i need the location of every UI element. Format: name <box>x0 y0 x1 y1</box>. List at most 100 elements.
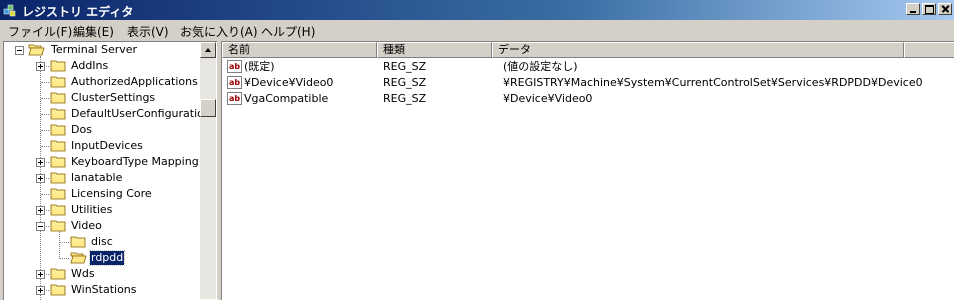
folder-icon <box>50 108 66 120</box>
tree-item-label: Dos <box>71 123 92 136</box>
folder-icon <box>50 76 66 88</box>
tree-connector-line <box>41 98 49 99</box>
tree-item-clustersettings[interactable]: ClusterSettings <box>4 90 200 106</box>
string-value-icon: ab <box>227 60 242 73</box>
menu-help[interactable]: ヘルプ(H) <box>261 23 315 40</box>
tree-item-label: ClusterSettings <box>71 91 156 104</box>
regedit-app-icon[interactable] <box>3 3 17 17</box>
tree-item-dos[interactable]: Dos <box>4 122 200 138</box>
registry-key-tree[interactable]: Terminal Server AddIns AuthorizedApplicati… <box>3 41 218 300</box>
menu-bar: ファイル(F) 編集(E) 表示(V) お気に入り(A) ヘルプ(H) <box>0 20 954 40</box>
folder-icon <box>50 188 66 200</box>
tree-item-terminal-server[interactable]: Terminal Server <box>4 42 200 58</box>
tree-item-label: rdpdd <box>88 250 126 266</box>
value-data: ¥REGISTRY¥Machine¥System¥CurrentControlS… <box>503 76 923 89</box>
tree-item-label: disc <box>91 235 113 248</box>
expand-toggle[interactable] <box>36 286 45 295</box>
value-row[interactable]: ab VgaCompatible REG_SZ ¥Device¥Video0 <box>222 91 954 107</box>
column-header-name[interactable]: 名前 <box>222 42 377 58</box>
tree-item-licensing-core[interactable]: Licensing Core <box>4 186 200 202</box>
scroll-up-button[interactable] <box>200 42 216 58</box>
menu-file[interactable]: ファイル(F) <box>8 23 72 40</box>
expand-toggle[interactable] <box>36 158 45 167</box>
column-header-filler <box>904 42 954 58</box>
tree-item-winstations[interactable]: WinStations <box>4 282 200 298</box>
folder-open-icon <box>70 252 87 264</box>
column-header-type[interactable]: 種類 <box>377 42 492 58</box>
close-button[interactable] <box>938 3 952 15</box>
window-title: レジストリ エディタ <box>22 5 134 19</box>
value-type: REG_SZ <box>383 60 427 73</box>
title-bar: レジストリ エディタ <box>0 0 954 20</box>
expand-toggle[interactable] <box>36 270 45 279</box>
folder-open-icon <box>28 44 45 56</box>
value-data: ¥Device¥Video0 <box>503 92 593 105</box>
folder-icon <box>50 284 66 296</box>
tree-item-label: Video <box>71 219 102 232</box>
tree-item-inputdevices[interactable]: InputDevices <box>4 138 200 154</box>
registry-value-list[interactable]: 名前 種類 データ ab (既定) REG_SZ (値の設定なし) ab ¥Device¥… <box>221 41 954 300</box>
tree-item-rdpdd[interactable]: rdpdd <box>4 250 200 266</box>
folder-icon <box>50 204 66 216</box>
value-row[interactable]: ab (既定) REG_SZ (値の設定なし) <box>222 59 954 75</box>
tree-item-authorizedapplications[interactable]: AuthorizedApplications <box>4 74 200 90</box>
tree-item-utilities[interactable]: Utilities <box>4 202 200 218</box>
tree-item-label: AuthorizedApplications <box>71 75 198 88</box>
value-name: VgaCompatible <box>244 92 329 105</box>
folder-icon <box>50 60 66 72</box>
scroll-thumb[interactable] <box>200 99 216 117</box>
tree-connector-line <box>41 194 49 195</box>
tree-item-video[interactable]: Video <box>4 218 200 234</box>
tree-item-defaultuserconfiguration[interactable]: DefaultUserConfiguration <box>4 106 211 122</box>
column-header-data[interactable]: データ <box>492 42 904 58</box>
value-row[interactable]: ab ¥Device¥Video0 REG_SZ ¥REGISTRY¥Machine¥… <box>222 75 954 91</box>
value-type: REG_SZ <box>383 92 427 105</box>
expand-toggle[interactable] <box>36 206 45 215</box>
tree-item-disc[interactable]: disc <box>4 234 200 250</box>
tree-connector-line <box>41 130 49 131</box>
menu-edit[interactable]: 編集(E) <box>73 23 114 40</box>
collapse-toggle[interactable] <box>36 222 45 231</box>
tree-item-label: lanatable <box>71 171 123 184</box>
tree-connector-line <box>41 82 49 83</box>
folder-icon <box>50 268 66 280</box>
folder-icon <box>50 140 66 152</box>
folder-icon <box>50 92 66 104</box>
tree-item-keyboardtype-mapping[interactable]: KeyboardType Mapping <box>4 154 200 170</box>
folder-icon <box>50 124 66 136</box>
value-type: REG_SZ <box>383 76 427 89</box>
string-value-icon: ab <box>227 76 242 89</box>
tree-item-label: InputDevices <box>71 139 143 152</box>
tree-item-wds[interactable]: Wds <box>4 266 200 282</box>
tree-item-label: Terminal Server <box>51 43 138 56</box>
tree-connector-line <box>59 258 69 259</box>
tree-connector-line <box>59 231 60 259</box>
expand-toggle[interactable] <box>36 62 45 71</box>
value-name: ¥Device¥Video0 <box>244 76 334 89</box>
tree-connector-line <box>59 242 69 243</box>
folder-icon <box>70 236 86 248</box>
folder-icon <box>50 172 66 184</box>
string-value-icon: ab <box>227 92 242 105</box>
tree-item-label: Wds <box>71 267 95 280</box>
tree-scrollbar[interactable] <box>200 42 216 299</box>
tree-item-label: Licensing Core <box>71 187 152 200</box>
menu-favorites[interactable]: お気に入り(A) <box>180 23 258 40</box>
tree-item-addins[interactable]: AddIns <box>4 58 200 74</box>
tree-item-label: DefaultUserConfiguration <box>71 107 211 120</box>
maximize-button[interactable] <box>922 3 936 15</box>
expand-toggle[interactable] <box>36 174 45 183</box>
collapse-toggle[interactable] <box>15 46 24 55</box>
tree-item-lanatable[interactable]: lanatable <box>4 170 200 186</box>
tree-item-label: AddIns <box>71 59 109 72</box>
value-name: (既定) <box>244 60 275 73</box>
tree-item-label: WinStations <box>71 283 137 296</box>
tree-item-label: Utilities <box>71 203 113 216</box>
folder-icon <box>50 156 66 168</box>
tree-connector-line <box>41 146 49 147</box>
tree-connector-line <box>41 114 49 115</box>
tree-item-label: KeyboardType Mapping <box>71 155 199 168</box>
menu-view[interactable]: 表示(V) <box>127 23 169 40</box>
value-data: (値の設定なし) <box>503 60 578 73</box>
minimize-button[interactable] <box>906 3 920 15</box>
